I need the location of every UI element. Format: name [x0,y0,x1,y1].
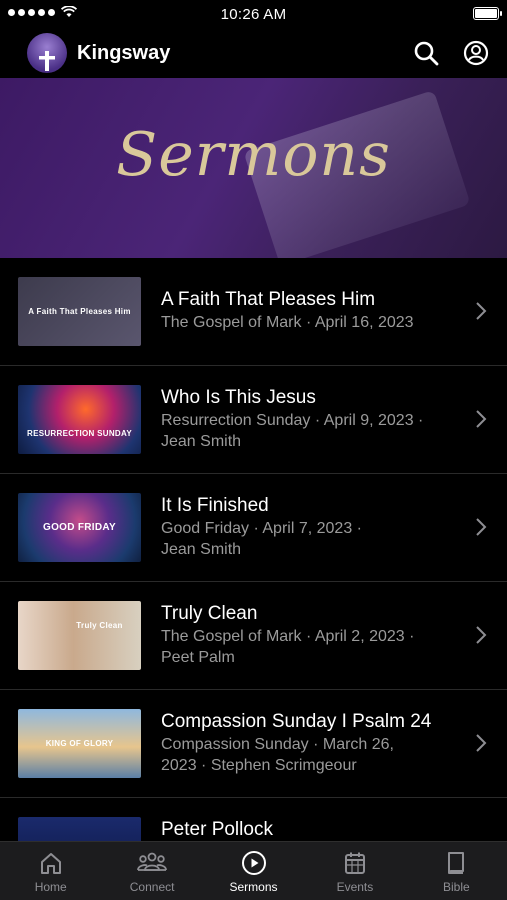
sermon-speaker: Peet Palm [161,649,235,666]
book-icon [448,852,465,874]
chevron-right-icon [476,734,487,752]
sermon-thumbnail: RESURRECTION SUNDAY [18,385,141,454]
sermon-item[interactable]: A Faith That Pleases Him A Faith That Pl… [0,258,507,366]
sermon-item[interactable]: RESURRECTION SUNDAY Who Is This Jesus Re… [0,366,507,474]
sermon-thumbnail: A Faith That Pleases Him [18,277,141,346]
sermon-thumbnail: GOOD FRIDAY [18,493,141,562]
thumbnail-text: RESURRECTION SUNDAY [27,429,132,438]
sermon-speaker: Jean Smith [161,433,242,450]
calendar-icon [344,852,365,874]
tab-bible[interactable]: Bible [406,842,507,900]
chevron-right-icon [476,518,487,536]
sermon-title: Truly Clean [161,603,258,624]
sermon-meta: The Gospel of Mark · April 2, 2023 · [161,628,415,645]
tab-connect[interactable]: Connect [101,842,202,900]
app-header: Kingsway [0,28,507,78]
search-icon[interactable] [413,40,439,66]
status-bar: 10:26 AM [0,0,507,28]
profile-icon[interactable] [463,40,489,66]
signal-indicator [8,6,77,18]
thumbnail-text: Truly Clean [76,621,123,630]
cross-icon [39,51,55,71]
people-icon [137,852,168,871]
chevron-right-icon [476,302,487,320]
sermon-title: A Faith That Pleases Him [161,289,376,310]
sermon-meta: Good Friday · April 7, 2023 · [161,520,362,537]
tab-bar: Home Connect Sermons Events Bible [0,841,507,900]
tab-label: Bible [442,880,470,894]
tab-label: Connect [129,880,175,894]
sermon-meta: Compassion Sunday · March 26, [161,736,394,753]
status-time: 10:26 AM [220,5,287,23]
tab-events[interactable]: Events [304,842,405,900]
sermon-title: Peter Pollock [161,819,273,840]
sermon-meta: Resurrection Sunday · April 9, 2023 · [161,412,424,429]
tab-label: Sermons [229,880,278,894]
sermon-title: Who Is This Jesus [161,387,316,408]
tab-sermons[interactable]: Sermons [203,842,304,900]
thumbnail-text: A Faith That Pleases Him [28,307,131,316]
tab-label: Events [336,880,374,894]
battery-icon [473,7,502,20]
sermon-list: A Faith That Pleases Him A Faith That Pl… [0,258,507,900]
sermon-meta: The Gospel of Mark · April 16, 2023 [161,314,414,331]
chevron-right-icon [476,626,487,644]
thumbnail-text: KING OF GLORY [45,739,114,748]
sermon-item[interactable]: Truly Clean Truly Clean The Gospel of Ma… [0,582,507,690]
signal-dots-icon [8,8,55,16]
sermon-speaker: Jean Smith [161,541,242,558]
sermon-title: Compassion Sunday I Psalm 24 [161,711,432,732]
home-icon [40,853,61,874]
sermon-title: It Is Finished [161,495,269,516]
thumbnail-text: GOOD FRIDAY [43,522,116,533]
sermon-item[interactable]: GOOD FRIDAY It Is Finished Good Friday ·… [0,474,507,582]
sermon-thumbnail: Truly Clean [18,601,141,670]
tab-home[interactable]: Home [0,842,101,900]
tab-label: Home [34,880,67,894]
sermon-speaker: 2023 · Stephen Scrimgeour [161,757,357,774]
sermons-banner: Sermons [0,78,507,258]
play-circle-icon [241,851,266,875]
wifi-icon [61,6,77,17]
sermon-thumbnail: KING OF GLORY [18,709,141,778]
app-title: Kingsway [77,41,171,64]
banner-title: Sermons [116,120,391,190]
chevron-right-icon [476,410,487,428]
sermon-item[interactable]: KING OF GLORY Compassion Sunday I Psalm … [0,690,507,798]
church-logo[interactable] [27,33,67,73]
